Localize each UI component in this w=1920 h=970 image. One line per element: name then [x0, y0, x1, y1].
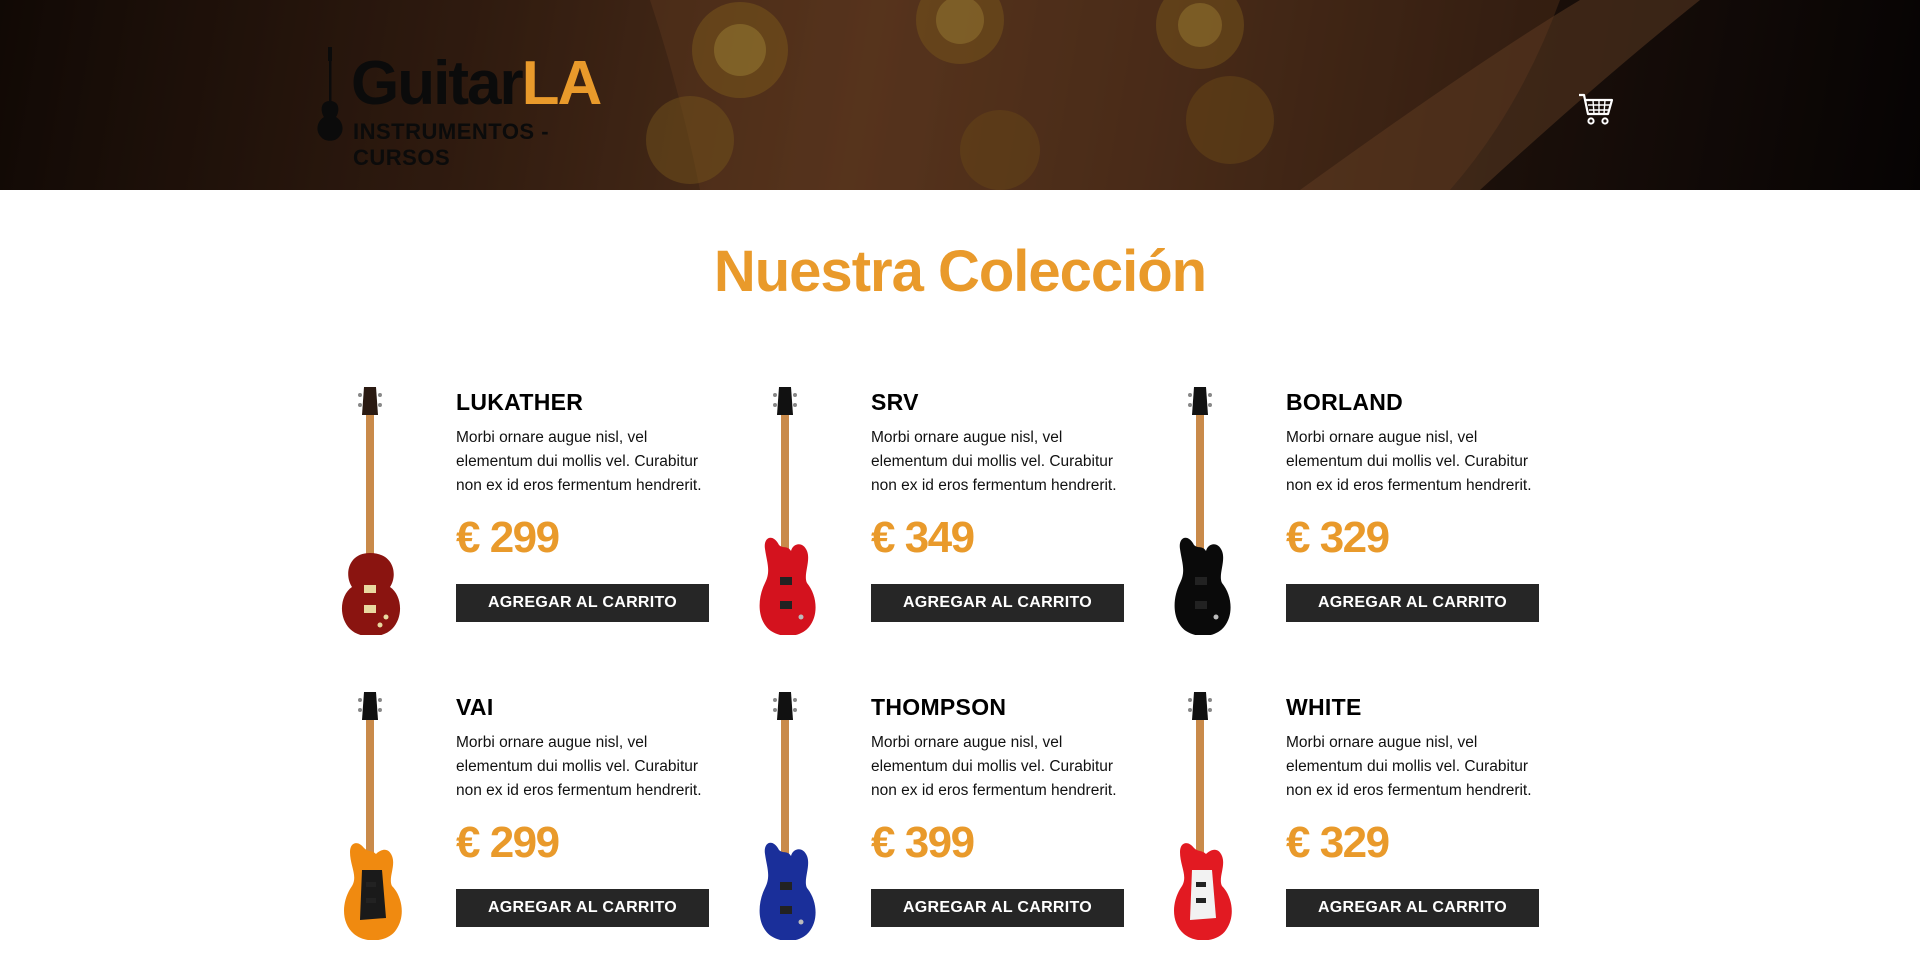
header-overlay	[0, 0, 1920, 190]
product-description: Morbi ornare augue nisl, vel elementum d…	[871, 734, 1117, 799]
add-to-cart-button[interactable]: AGREGAR AL CARRITO	[1286, 584, 1539, 622]
add-to-cart-button[interactable]: AGREGAR AL CARRITO	[871, 584, 1124, 622]
product-name: WHITE	[1286, 694, 1362, 720]
logo-wordmark: GuitarLA	[351, 53, 602, 115]
product-card-srv: SRV Morbi ornare augue nisl, vel element…	[745, 385, 1145, 636]
site-header: GuitarLA INSTRUMENTOS - CURSOS	[0, 0, 1920, 190]
product-image	[330, 690, 410, 941]
product-image	[330, 385, 410, 637]
product-info: WHITE Morbi ornare augue nisl, vel eleme…	[1286, 690, 1546, 927]
product-name: BORLAND	[1286, 389, 1404, 415]
guitar-image-icon	[759, 387, 816, 636]
product-info: THOMPSON Morbi ornare augue nisl, vel el…	[871, 690, 1131, 927]
product-price: € 349	[871, 513, 975, 562]
add-to-cart-button[interactable]: AGREGAR AL CARRITO	[456, 889, 709, 927]
guitar-image-icon	[344, 692, 402, 941]
product-name: LUKATHER	[456, 389, 584, 415]
add-to-cart-button[interactable]: AGREGAR AL CARRITO	[1286, 889, 1539, 927]
page-title: Nuestra Colección	[713, 239, 1207, 304]
product-price: € 299	[456, 513, 560, 562]
guitar-logo-icon	[317, 47, 343, 141]
guitar-image-icon	[1174, 692, 1232, 941]
product-card-lukather: LUKATHER Morbi ornare augue nisl, vel el…	[330, 385, 730, 637]
product-card-white: WHITE Morbi ornare augue nisl, vel eleme…	[1160, 690, 1560, 941]
product-card-borland: BORLAND Morbi ornare augue nisl, vel ele…	[1160, 385, 1560, 636]
product-description: Morbi ornare augue nisl, vel elementum d…	[456, 429, 702, 494]
product-description: Morbi ornare augue nisl, vel elementum d…	[456, 734, 702, 799]
logo-word-main: Guitar	[351, 49, 524, 118]
product-price: € 329	[1286, 513, 1390, 562]
guitar-image-icon	[759, 692, 816, 941]
product-image	[745, 690, 825, 941]
product-description: Morbi ornare augue nisl, vel elementum d…	[1286, 734, 1532, 799]
product-image	[1160, 690, 1240, 941]
product-info: VAI Morbi ornare augue nisl, vel element…	[456, 690, 716, 927]
guitar-image-icon	[1174, 387, 1231, 636]
shopping-cart-icon[interactable]	[1578, 92, 1614, 126]
add-to-cart-button[interactable]: AGREGAR AL CARRITO	[456, 584, 709, 622]
logo-subtitle: INSTRUMENTOS - CURSOS	[353, 119, 550, 170]
logo-word-accent: LA	[521, 49, 603, 118]
guitar-image-icon	[341, 387, 401, 637]
product-info: SRV Morbi ornare augue nisl, vel element…	[871, 385, 1131, 622]
product-price: € 399	[871, 818, 975, 867]
product-name: THOMPSON	[871, 694, 1007, 720]
logo[interactable]: GuitarLA INSTRUMENTOS - CURSOS	[315, 45, 635, 170]
add-to-cart-button[interactable]: AGREGAR AL CARRITO	[871, 889, 1124, 927]
product-description: Morbi ornare augue nisl, vel elementum d…	[1286, 429, 1532, 494]
product-name: SRV	[871, 389, 919, 415]
product-price: € 329	[1286, 818, 1390, 867]
product-price: € 299	[456, 818, 560, 867]
product-name: VAI	[456, 694, 494, 720]
product-card-thompson: THOMPSON Morbi ornare augue nisl, vel el…	[745, 690, 1145, 941]
product-card-vai: VAI Morbi ornare augue nisl, vel element…	[330, 690, 730, 941]
product-info: BORLAND Morbi ornare augue nisl, vel ele…	[1286, 385, 1546, 622]
product-image	[745, 385, 825, 636]
product-info: LUKATHER Morbi ornare augue nisl, vel el…	[456, 385, 716, 622]
product-description: Morbi ornare augue nisl, vel elementum d…	[871, 429, 1117, 494]
product-image	[1160, 385, 1240, 636]
